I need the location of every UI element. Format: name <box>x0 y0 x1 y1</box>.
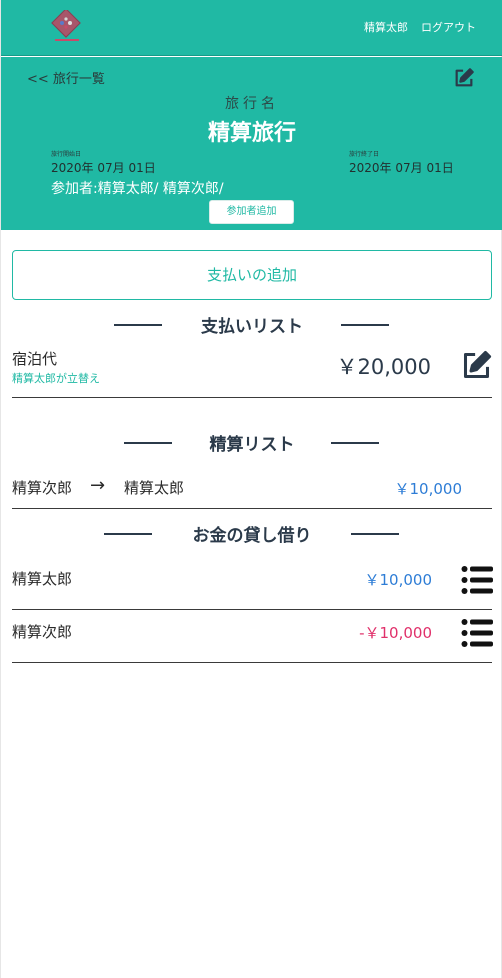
balance-heading: お金の貸し借り <box>1 521 502 546</box>
list-icon[interactable] <box>461 618 493 648</box>
settlement-to: 精算太郎 <box>124 479 185 497</box>
payment-list-heading: 支払いリスト <box>1 312 502 337</box>
end-date: 2020年 07月 01日 <box>349 161 454 175</box>
balance-member-name: 精算太郎 <box>12 570 73 588</box>
participants-list: 参加者:精算太郎/ 精算次郎/ <box>51 181 224 197</box>
settlement-amount: ￥10,000 <box>394 480 463 498</box>
divider <box>12 609 492 610</box>
back-to-trip-list-link[interactable]: << 旅行一覧 <box>27 68 105 87</box>
payment-title: 宿泊代 <box>12 350 58 368</box>
start-date: 2020年 07月 01日 <box>51 161 156 175</box>
edit-trip-icon[interactable] <box>453 67 475 89</box>
divider <box>12 508 492 509</box>
settlement-list-title: 精算リスト <box>209 435 295 455</box>
payment-payer: 精算太郎が立替え <box>12 372 100 385</box>
settlement-list-heading: 精算リスト <box>1 430 502 455</box>
settlement-arrow: → <box>90 475 106 496</box>
heading-rule-right <box>331 442 379 444</box>
balance-amount: -￥10,000 <box>359 624 432 642</box>
app-logo-icon[interactable] <box>51 8 83 44</box>
settlement-from: 精算次郎 <box>12 479 73 497</box>
divider <box>12 662 492 663</box>
balance-member-name: 精算次郎 <box>12 623 73 641</box>
heading-rule-right <box>351 533 399 535</box>
divider <box>12 397 492 398</box>
trip-name-label: 旅行名 <box>225 96 279 112</box>
add-payment-button[interactable]: 支払いの追加 <box>12 250 492 300</box>
trip-header: << 旅行一覧 旅行名 精算旅行 旅行開始日 2020年 07月 01日 旅行終… <box>1 57 502 230</box>
start-date-caption: 旅行開始日 <box>51 151 82 158</box>
trip-name: 精算旅行 <box>207 121 296 146</box>
balance-amount: ￥10,000 <box>364 571 433 589</box>
payment-amount: ￥20,000 <box>336 355 431 379</box>
edit-payment-icon[interactable] <box>460 349 493 382</box>
heading-rule-right <box>341 324 389 326</box>
app-frame: 精算太郎 ログアウト << 旅行一覧 旅行名 精算旅行 旅行開始日 2020年 … <box>0 0 502 978</box>
list-icon[interactable] <box>461 565 493 595</box>
balance-title: お金の貸し借り <box>192 526 312 546</box>
end-date-caption: 旅行終了日 <box>349 151 380 158</box>
top-navbar: 精算太郎 ログアウト <box>1 0 502 56</box>
nav-username[interactable]: 精算太郎 <box>364 19 408 35</box>
add-participant-button[interactable]: 参加者追加 <box>209 200 294 224</box>
payment-list-title: 支払いリスト <box>201 317 303 337</box>
logout-link[interactable]: ログアウト <box>421 19 476 35</box>
